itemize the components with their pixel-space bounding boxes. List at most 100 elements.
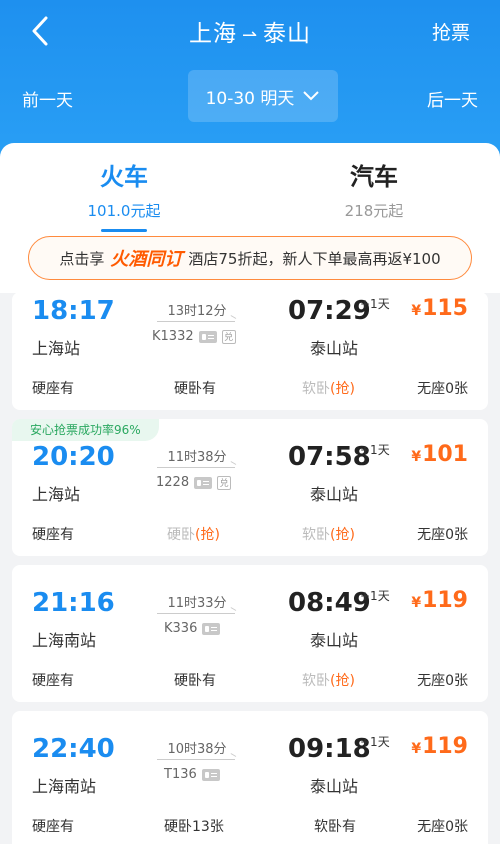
yen-symbol: ¥ (411, 449, 422, 465)
ticket-price: ¥101 (411, 442, 468, 467)
duration-arrow (157, 759, 235, 760)
grab-tag: (抢) (195, 527, 220, 543)
seat-hard-sleeper: 硬卧有 (174, 673, 216, 689)
promo-text: 酒店75折起，新人下单最高再返¥100 (188, 249, 441, 268)
prev-day-button[interactable]: 前一天 (22, 86, 73, 111)
departure-time: 18:17 (32, 296, 115, 326)
seat-soft-sleeper[interactable]: 软卧(抢) (302, 378, 355, 398)
plus-day: +1天 (360, 735, 390, 749)
seat-hard-seat: 硬座有 (32, 819, 74, 835)
next-day-button[interactable]: 后一天 (427, 86, 478, 111)
tab-train[interactable]: 火车 101.0元起 (24, 157, 224, 232)
grab-tag: (抢) (330, 527, 355, 543)
train-number-text: K336 (164, 621, 198, 636)
yen-symbol: ¥ (411, 303, 422, 319)
arrival-time: 09:18 (288, 734, 371, 764)
seat-no-seat: 无座0张 (417, 527, 468, 543)
grab-ticket-button[interactable]: 抢票 (432, 18, 470, 45)
date-label: 10-30 明天 (205, 88, 295, 109)
tab-bus-price: 218元起 (344, 202, 404, 220)
yen-symbol: ¥ (411, 741, 422, 757)
seat-hard-seat: 硬座有 (32, 381, 74, 397)
departure-station: 上海站 (32, 485, 81, 504)
id-card-icon (201, 768, 220, 781)
seat-no-seat: 无座0张 (417, 381, 468, 397)
date-selector[interactable]: 10-30 明天 (188, 70, 338, 122)
seat-no-seat: 无座0张 (417, 819, 468, 835)
duration: 13时12分 (167, 304, 227, 319)
train-card[interactable]: 22:40 10时38分 T136 09:18 +1天 ¥119 上海南站 泰山… (12, 711, 488, 844)
ticket-price: ¥119 (411, 734, 468, 759)
tab-train-label: 火车 (100, 163, 148, 191)
departure-time: 22:40 (32, 734, 115, 764)
seat-label: 硬卧 (167, 527, 195, 543)
duration: 10时38分 (167, 742, 227, 757)
train-number: K336 (164, 621, 221, 636)
seat-soft-sleeper[interactable]: 软卧(抢) (302, 670, 355, 690)
exchange-icon: 兑 (217, 475, 232, 490)
departure-station: 上海南站 (32, 631, 97, 650)
to-city: 泰山 (263, 21, 311, 47)
departure-station: 上海站 (32, 339, 81, 358)
route-arrow-icon: ⇀ (241, 25, 259, 46)
departure-station: 上海南站 (32, 777, 97, 796)
price-value: 119 (422, 734, 468, 759)
seat-label: 软卧 (302, 527, 330, 543)
train-card[interactable]: 21:16 11时33分 K336 08:49 +1天 ¥119 上海南站 泰山… (12, 565, 488, 702)
duration: 11时33分 (167, 596, 227, 611)
seat-hard-sleeper: 硬卧有 (174, 381, 216, 397)
yen-symbol: ¥ (411, 595, 422, 611)
grab-tag: (抢) (330, 381, 355, 397)
duration-arrow (157, 467, 235, 468)
promo-banner[interactable]: 点击享 火酒同订 酒店75折起，新人下单最高再返¥100 (28, 236, 472, 280)
departure-time: 21:16 (32, 588, 115, 618)
tab-bus-label: 汽车 (350, 163, 398, 191)
departure-time: 20:20 (32, 442, 115, 472)
price-value: 115 (422, 296, 468, 321)
arrival-time: 08:49 (288, 588, 371, 618)
arrival-time: 07:58 (288, 442, 371, 472)
tab-train-price: 101.0元起 (87, 202, 161, 220)
success-rate-badge: 安心抢票成功率96% (12, 419, 159, 441)
price-value: 119 (422, 588, 468, 613)
id-card-icon (194, 476, 213, 489)
duration: 11时38分 (167, 450, 227, 465)
seat-hard-sleeper: 硬卧13张 (164, 819, 224, 835)
train-number-text: 1228 (156, 475, 190, 490)
seat-soft-sleeper: 软卧有 (314, 819, 356, 835)
duration-arrow (157, 613, 235, 614)
train-number-text: K1332 (152, 329, 194, 344)
price-value: 101 (422, 442, 468, 467)
duration-arrow (157, 321, 235, 322)
promo-prefix: 点击享 (59, 249, 105, 268)
train-number: K1332 兑 (152, 329, 236, 344)
plus-day: +1天 (360, 589, 390, 603)
tab-underline (101, 229, 147, 232)
grab-tag: (抢) (330, 673, 355, 689)
train-number: T136 (164, 767, 220, 782)
from-city: 上海 (189, 21, 237, 47)
tab-bus[interactable]: 汽车 218元起 (274, 157, 474, 221)
seat-label: 软卧 (302, 381, 330, 397)
arrival-time: 07:29 (288, 296, 371, 326)
arrival-station: 泰山站 (310, 631, 359, 650)
arrival-station: 泰山站 (310, 485, 359, 504)
id-card-icon (198, 330, 217, 343)
exchange-icon: 兑 (221, 329, 236, 344)
seat-hard-seat: 硬座有 (32, 527, 74, 543)
chevron-down-icon (303, 91, 320, 101)
seat-hard-sleeper[interactable]: 硬卧(抢) (167, 524, 220, 544)
seat-no-seat: 无座0张 (417, 673, 468, 689)
id-card-icon (202, 622, 221, 635)
route-title: 上海 ⇀ 泰山 (0, 14, 500, 48)
train-number: 1228 兑 (156, 475, 232, 490)
seat-soft-sleeper[interactable]: 软卧(抢) (302, 524, 355, 544)
train-card[interactable]: 18:17 13时12分 K1332 兑 07:29 +1天 ¥115 上海站 … (12, 292, 488, 410)
arrival-station: 泰山站 (310, 777, 359, 796)
plus-day: +1天 (360, 297, 390, 311)
seat-label: 软卧 (302, 673, 330, 689)
ticket-price: ¥119 (411, 588, 468, 613)
promo-brand: 火酒同订 (110, 249, 183, 270)
train-number-text: T136 (164, 767, 197, 782)
plus-day: +1天 (360, 443, 390, 457)
